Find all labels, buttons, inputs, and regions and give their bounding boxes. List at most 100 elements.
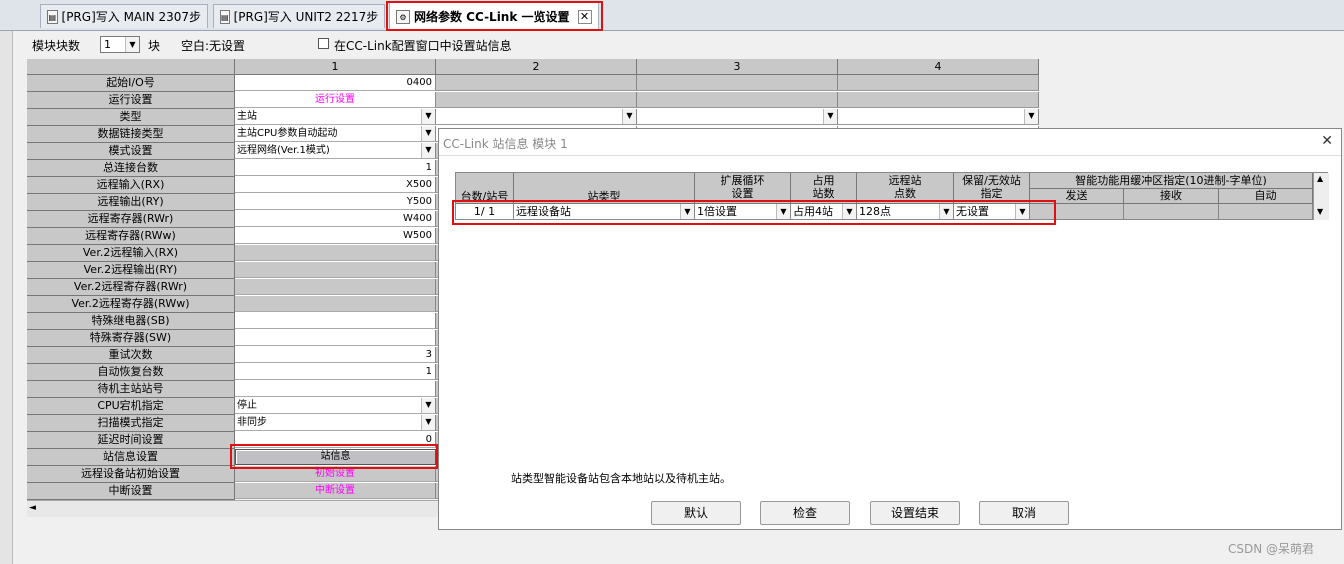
header-buffer: 智能功能用缓冲区指定(10进制-字单位) <box>1030 173 1313 189</box>
row-value-cell[interactable]: W400 <box>235 211 436 227</box>
horizontal-scrollbar[interactable]: ◄ <box>27 500 439 517</box>
row-value: 停止 <box>237 400 257 411</box>
auto-cell <box>1219 204 1313 220</box>
left-panel-edge <box>0 31 13 564</box>
row-label: Ver.2远程寄存器(RWw) <box>27 296 235 313</box>
finish-settings-button[interactable]: 设置结束 <box>870 501 960 525</box>
check-button[interactable]: 检查 <box>760 501 850 525</box>
module-count-label: 模块块数 <box>32 39 81 53</box>
row-label: 起始I/O号 <box>27 75 235 92</box>
row-label: 远程寄存器(RWw) <box>27 228 235 245</box>
tab-bar: ▤ [PRG]写入 MAIN 2307步 ▤ [PRG]写入 UNIT2 221… <box>0 0 1344 31</box>
row-value-select[interactable]: 非同步 ▼ <box>235 415 436 431</box>
chevron-down-icon: ▼ <box>421 109 435 124</box>
row-label: 待机主站站号 <box>27 381 235 398</box>
cancel-button[interactable]: 取消 <box>979 501 1069 525</box>
row-label: Ver.2远程输入(RX) <box>27 245 235 262</box>
dialog-titlebar: CC-Link 站信息 模块 1 ✕ <box>439 129 1341 156</box>
row-value-cell[interactable] <box>235 245 436 261</box>
row-value-cell[interactable]: 1 <box>235 364 436 380</box>
station-info-checkbox[interactable] <box>318 38 329 49</box>
close-icon[interactable]: ✕ <box>1321 133 1333 149</box>
highlight-box <box>230 444 438 469</box>
grid-cell-col4 <box>838 75 1039 91</box>
column-header-1: 1 <box>235 59 436 75</box>
row-value: 非同步 <box>237 417 267 428</box>
grid-cell-col3 <box>637 92 838 108</box>
chevron-down-icon: ▼ <box>421 143 435 158</box>
header-auto: 自动 <box>1219 189 1313 204</box>
station-info-dialog: CC-Link 站信息 模块 1 ✕ 台数/站号 站类型 扩展循环 设置 占用 … <box>438 128 1342 530</box>
row-label: 扫描模式指定 <box>27 415 235 432</box>
scroll-up-icon[interactable]: ▲ <box>1317 174 1323 183</box>
grid-cell-col2: ▼ <box>436 109 637 125</box>
header-occupied-line2: 站数 <box>812 187 835 200</box>
row-value-cell[interactable]: Y500 <box>235 194 436 210</box>
station-info-checkbox-label: 在CC-Link配置窗口中设置站信息 <box>334 39 512 53</box>
row-value-select[interactable]: 远程网络(Ver.1模式) ▼ <box>235 143 436 159</box>
grid-row: 类型 主站 ▼ ▼ ▼ ▼ <box>27 109 1039 126</box>
receive-cell <box>1124 204 1219 220</box>
highlight-box <box>452 200 1056 225</box>
chevron-down-icon: ▼ <box>421 415 435 430</box>
header-remote-points-line1: 远程站 <box>888 174 922 187</box>
prg-icon: ▤ <box>47 9 58 24</box>
dialog-title: CC-Link 站信息 模块 1 <box>443 137 568 151</box>
grid-cell-col2 <box>436 75 637 91</box>
module-unit: 块 <box>148 39 161 53</box>
column-header-2: 2 <box>436 59 637 75</box>
row-value-cell[interactable]: 中断设置 <box>235 483 436 499</box>
row-label: Ver.2远程寄存器(RWr) <box>27 279 235 296</box>
scroll-down-icon[interactable]: ▼ <box>1317 207 1323 216</box>
row-value-cell[interactable]: 3 <box>235 347 436 363</box>
row-value-cell[interactable]: 运行设置 <box>235 92 436 108</box>
column-header-3: 3 <box>637 59 838 75</box>
row-label: 重试次数 <box>27 347 235 364</box>
chevron-down-icon: ▼ <box>622 109 636 124</box>
row-label: 模式设置 <box>27 143 235 160</box>
row-label: 数据链接类型 <box>27 126 235 143</box>
row-value: 远程网络(Ver.1模式) <box>237 145 330 156</box>
row-value-select[interactable]: 停止 ▼ <box>235 398 436 414</box>
row-value-cell[interactable] <box>235 262 436 278</box>
grid-row: 运行设置 运行设置 <box>27 92 1039 109</box>
row-value-cell[interactable]: W500 <box>235 228 436 244</box>
chevron-down-icon: ▼ <box>421 398 435 413</box>
row-value-cell[interactable] <box>235 313 436 329</box>
row-value-select[interactable]: 主站CPU参数自动起动 ▼ <box>235 126 436 142</box>
scroll-left-icon[interactable]: ◄ <box>29 503 36 513</box>
row-value-cell[interactable]: X500 <box>235 177 436 193</box>
row-value-cell[interactable]: 0400 <box>235 75 436 91</box>
tab-prg-main[interactable]: ▤ [PRG]写入 MAIN 2307步 <box>40 4 208 28</box>
row-value: 主站CPU参数自动起动 <box>237 128 338 139</box>
module-count-select[interactable]: 1 ▼ <box>100 36 140 53</box>
header-reserve-line2: 指定 <box>980 187 1003 200</box>
header-remote-points-line2: 点数 <box>894 187 916 200</box>
row-label: 远程输出(RY) <box>27 194 235 211</box>
grid-cell-col4 <box>838 92 1039 108</box>
grid-corner <box>27 59 235 75</box>
chevron-down-icon: ▼ <box>1024 109 1038 124</box>
watermark: CSDN @呆萌君 <box>1228 542 1315 556</box>
default-button[interactable]: 默认 <box>651 501 741 525</box>
row-value-select[interactable]: 主站 ▼ <box>235 109 436 125</box>
row-value-cell[interactable] <box>235 381 436 397</box>
row-label: 总连接台数 <box>27 160 235 177</box>
row-value-cell[interactable] <box>235 330 436 346</box>
row-value-cell[interactable]: 1 <box>235 160 436 176</box>
chevron-down-icon: ▼ <box>421 126 435 141</box>
grid-cell-col4: ▼ <box>838 109 1039 125</box>
row-label: 自动恢复台数 <box>27 364 235 381</box>
blank-note: 空白:无设置 <box>181 39 246 53</box>
chevron-down-icon: ▼ <box>823 109 837 124</box>
row-value-cell[interactable] <box>235 296 436 312</box>
grid-cell-col3: ▼ <box>637 109 838 125</box>
row-label: 延迟时间设置 <box>27 432 235 449</box>
row-label: 特殊继电器(SB) <box>27 313 235 330</box>
row-label: CPU宕机指定 <box>27 398 235 415</box>
row-value-cell[interactable] <box>235 279 436 295</box>
tab-prg-unit2[interactable]: ▤ [PRG]写入 UNIT2 2217步 <box>213 4 385 28</box>
grid-cell-col3 <box>637 75 838 91</box>
vertical-scrollbar[interactable]: ▲ ▼ <box>1313 173 1329 220</box>
station-type-note: 站类型智能设备站包含本地站以及待机主站。 <box>511 472 731 485</box>
